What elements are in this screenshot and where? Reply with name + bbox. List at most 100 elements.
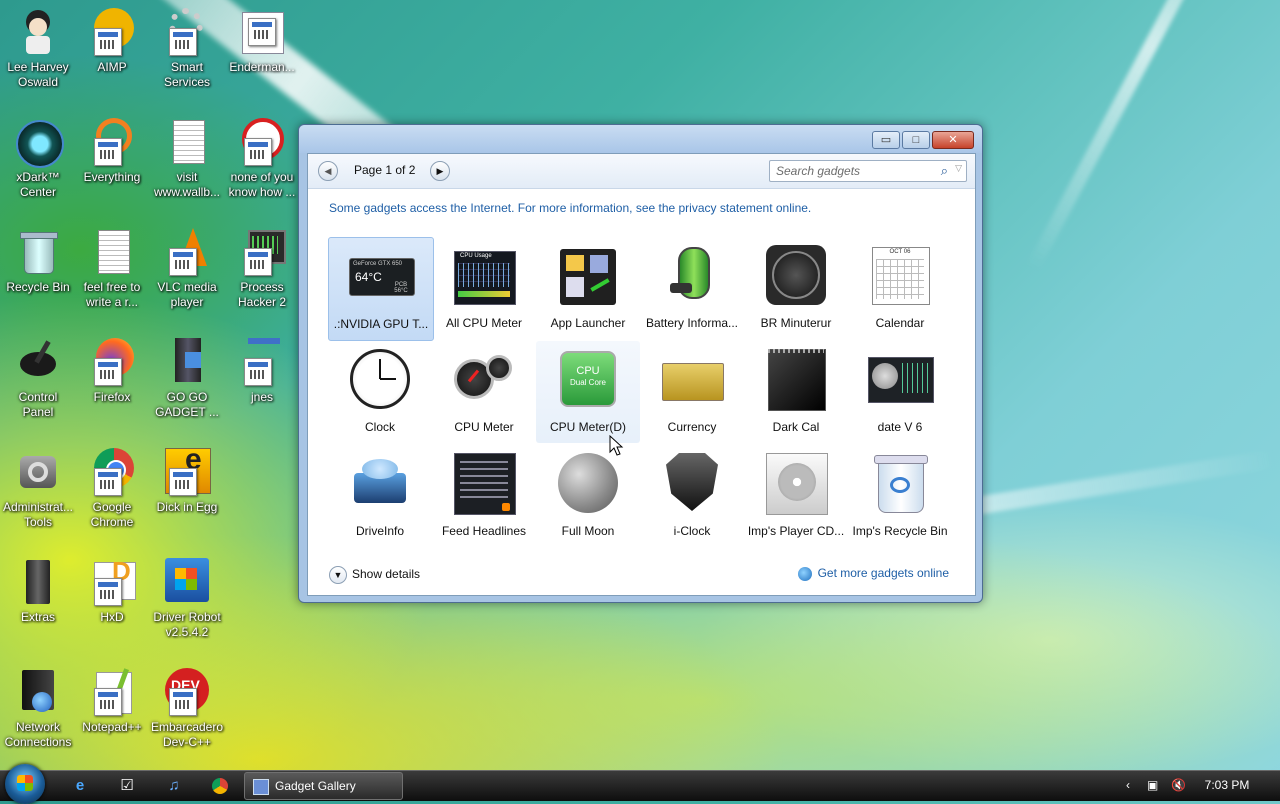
show-hidden-icons-chevron-icon[interactable]: ‹ [1126, 772, 1130, 798]
checkbox-task-icon[interactable]: ☑ [117, 776, 137, 796]
chevron-down-icon[interactable]: ▽ [955, 163, 962, 174]
gadget-tile-cpu-meter[interactable]: CPU Meter [432, 341, 536, 443]
taskbar-clock[interactable]: 7:03 PM [1197, 772, 1257, 798]
gadget-tile-imps-recycle-bin[interactable]: Imp's Recycle Bin [848, 445, 952, 547]
gadget-tile-dark-cal[interactable]: Dark Cal [744, 341, 848, 443]
shortcut-icon [238, 8, 286, 56]
vlc-icon [163, 228, 211, 276]
jnes-icon [238, 338, 286, 386]
get-more-gadgets-link[interactable]: Get more gadgets online [797, 566, 949, 581]
gadget-label: Currency [667, 420, 717, 434]
recycle-bin-icon [14, 228, 62, 276]
desktop-icon-xdark-center[interactable]: xDark™ Center [0, 118, 76, 200]
folder-icon [163, 338, 211, 386]
volume-muted-icon[interactable]: 🔇 [1171, 772, 1186, 798]
desktop-icon-feel-free[interactable]: feel free to write a r... [74, 228, 150, 310]
gadget-tile-clock[interactable]: Clock [328, 341, 432, 443]
desktop-icon-administrative-tools[interactable]: Administrat... Tools [0, 448, 76, 530]
transformers-icon [660, 451, 724, 515]
desktop-icon-none-of-you[interactable]: none of you know how ... [224, 118, 300, 200]
desktop-icon-lee-harvey-oswald[interactable]: Lee Harvey Oswald [0, 8, 76, 90]
next-page-button[interactable]: ▶ [430, 161, 450, 181]
desktop-icon-dick-in-egg[interactable]: e Dick in Egg [149, 445, 225, 515]
desktop-icon-label: Recycle Bin [6, 280, 70, 294]
xdark-icon [14, 118, 64, 168]
desktop-icon-visit-wallb[interactable]: visit www.wallb... [149, 118, 225, 200]
gadget-label: All CPU Meter [445, 316, 522, 330]
gadget-tile-battery-information[interactable]: Battery Informa... [640, 237, 744, 339]
desktop-icon-label: visit www.wallb... [153, 170, 221, 199]
desktop-icon-aimp[interactable]: AIMP [74, 8, 150, 75]
control-panel-icon [14, 338, 62, 386]
desktop-icon-smart-services[interactable]: Smart Services [149, 8, 225, 90]
internet-explorer-icon[interactable]: e [70, 776, 90, 796]
start-button[interactable] [5, 764, 45, 804]
all-cpu-meter-icon: CPU Usage [452, 243, 516, 307]
gadget-tile-all-cpu-meter[interactable]: CPU Usage All CPU Meter [432, 237, 536, 339]
desktop-icon-google-chrome[interactable]: Google Chrome [74, 448, 150, 530]
gadget-tile-currency[interactable]: Currency [640, 341, 744, 443]
close-button[interactable]: ✕ [932, 131, 974, 149]
maximize-button[interactable]: □ [902, 131, 930, 149]
desktop-icon-extras[interactable]: Extras [0, 558, 76, 625]
desktop-icon-vlc[interactable]: VLC media player [149, 228, 225, 310]
network-icon [14, 668, 62, 716]
desktop-icon-control-panel[interactable]: Control Panel [0, 338, 76, 420]
gadget-tile-nvidia-gpu[interactable]: GeForce GTX 650 64°C PCB 56°C .:NVIDIA G… [328, 237, 434, 341]
imps-player-icon [764, 451, 828, 515]
desktop-icon-process-hacker[interactable]: Process Hacker 2 [224, 228, 300, 310]
chrome-taskbar-icon[interactable] [210, 776, 230, 796]
firefox-icon [88, 338, 136, 386]
desktop-icon-go-go-gadget[interactable]: GO GO GADGET ... [149, 338, 225, 420]
desktop-icon-label: VLC media player [157, 280, 217, 309]
gadget-label: date V 6 [877, 420, 923, 434]
get-more-label: Get more gadgets online [817, 566, 949, 580]
gadget-label: App Launcher [550, 316, 626, 330]
desktop-icon-jnes[interactable]: jnes [224, 338, 300, 405]
desktop-icon-notepad-plus-plus[interactable]: Notepad++ [74, 668, 150, 735]
desktop-icon-recycle-bin[interactable]: Recycle Bin [0, 228, 76, 295]
cpu-meter-d-icon: CPU Dual Core [556, 347, 620, 411]
network-tray-icon[interactable]: ▣ [1147, 772, 1158, 798]
gadget-tile-cpu-meter-d[interactable]: CPU Dual Core CPU Meter(D) [536, 341, 640, 443]
desktop-icon-enderman[interactable]: Enderman... [224, 8, 300, 75]
gadget-tile-date-v6[interactable]: date V 6 [848, 341, 952, 443]
search-icon[interactable]: ⌕ [941, 163, 948, 179]
gadget-tile-full-moon[interactable]: Full Moon [536, 445, 640, 547]
desktop-icon-network-connections[interactable]: Network Connections [0, 668, 76, 750]
feed-headlines-icon [452, 451, 516, 515]
privacy-link[interactable]: Some gadgets access the Internet. For mo… [329, 201, 811, 215]
gadget-tile-i-clock[interactable]: i-Clock [640, 445, 744, 547]
desktop-icon-hxd[interactable]: D HxD [74, 558, 150, 625]
desktop-icon-embarcadero-dev-cpp[interactable]: DEV Embarcadero Dev-C++ [149, 668, 225, 750]
desktop-icon-label: Dick in Egg [156, 500, 218, 514]
show-details-toggle[interactable]: ▼ Show details [329, 566, 420, 584]
previous-page-button[interactable]: ◀ [318, 161, 338, 181]
gallery-toolbar: ◀ Page 1 of 2 ▶ Search gadgets ⌕ ▽ [308, 154, 975, 189]
gadget-tile-driveinfo[interactable]: DriveInfo [328, 445, 432, 547]
gadget-tile-feed-headlines[interactable]: Feed Headlines [432, 445, 536, 547]
music-player-icon[interactable]: ♫ [164, 776, 184, 796]
desktop-icon-driver-robot[interactable]: Driver Robot v2.5.4.2 [149, 558, 225, 640]
desktop-icon-firefox[interactable]: Firefox [74, 338, 150, 405]
title-bar[interactable]: ▭ □ ✕ [299, 125, 982, 153]
gadget-tile-imps-player-cd[interactable]: Imp's Player CD... [744, 445, 848, 547]
gadget-label: BR Minuterur [760, 316, 832, 330]
br-minuterur-icon [764, 243, 828, 307]
gadget-label: Dark Cal [772, 420, 820, 434]
search-gadgets-input[interactable]: Search gadgets ⌕ ▽ [769, 160, 967, 182]
gadget-gallery-icon [253, 778, 269, 795]
everything-icon [88, 118, 136, 166]
gadget-tile-br-minuterur[interactable]: BR Minuterur [744, 237, 848, 339]
app-launcher-icon [556, 243, 620, 307]
gadget-tile-app-launcher[interactable]: App Launcher [536, 237, 640, 339]
taskbar-button-gadget-gallery[interactable]: Gadget Gallery [244, 772, 403, 800]
text-document-icon [88, 228, 136, 276]
gadget-label: Calendar [875, 316, 925, 330]
page-indicator: Page 1 of 2 [354, 163, 416, 177]
admin-tools-icon [14, 448, 62, 496]
gallery-body: ◀ Page 1 of 2 ▶ Search gadgets ⌕ ▽ Some … [307, 153, 976, 596]
desktop-icon-everything[interactable]: Everything [74, 118, 150, 185]
gadget-tile-calendar[interactable]: OCT 06 Calendar [848, 237, 952, 339]
minimize-button[interactable]: ▭ [872, 131, 900, 149]
